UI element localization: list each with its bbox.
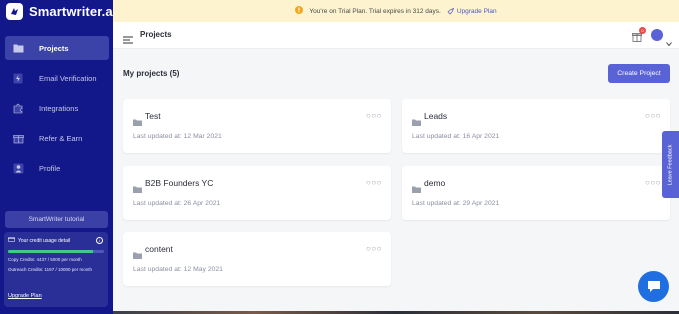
menu-icon[interactable] bbox=[123, 31, 133, 49]
upgrade-plan-link[interactable]: Upgrade Plan bbox=[8, 293, 42, 299]
credits-progress-bar bbox=[8, 250, 104, 253]
logo-icon bbox=[6, 3, 23, 20]
sidebar-item-projects[interactable]: Projects bbox=[5, 36, 109, 60]
create-project-button[interactable]: Create Project bbox=[608, 64, 670, 83]
more-options-icon[interactable]: ○○○ bbox=[645, 178, 661, 187]
project-updated: Last updated at: 26 Apr 2021 bbox=[133, 200, 221, 207]
more-options-icon[interactable]: ○○○ bbox=[366, 244, 382, 253]
chat-icon bbox=[647, 281, 660, 292]
page-title: Projects bbox=[140, 30, 172, 39]
sidebar-item-label: Projects bbox=[39, 43, 69, 53]
trial-text: You're on Trial Plan. Trial expires in 3… bbox=[309, 7, 441, 15]
sidebar-item-label: Email Verification bbox=[39, 73, 97, 83]
project-name: demo bbox=[424, 178, 446, 188]
user-icon bbox=[12, 162, 24, 174]
notification-badge: 0 bbox=[639, 27, 646, 34]
sidebar: Smartwriter.ai Projects Email Verificati… bbox=[0, 0, 116, 314]
project-updated: Last updated at: 29 Apr 2021 bbox=[412, 200, 500, 207]
folder-icon bbox=[412, 113, 421, 131]
avatar[interactable] bbox=[651, 29, 663, 41]
app-name: Smartwriter.ai bbox=[29, 4, 117, 19]
folder-icon bbox=[133, 113, 142, 131]
credits-progress-fill bbox=[8, 250, 94, 253]
chevron-down-icon[interactable] bbox=[666, 33, 672, 51]
trial-banner: You're on Trial Plan. Trial expires in 3… bbox=[113, 0, 679, 22]
credit-card-icon bbox=[8, 237, 15, 244]
project-updated: Last updated at: 16 Apr 2021 bbox=[412, 133, 500, 140]
chat-button[interactable] bbox=[638, 271, 669, 302]
project-name: content bbox=[145, 244, 173, 254]
copy-credits: Copy Credits: 4437 / 5000 per month bbox=[8, 257, 82, 262]
top-bar: Projects 0 bbox=[113, 22, 679, 49]
project-name: B2B Founders YC bbox=[145, 178, 214, 188]
project-card[interactable]: Leads ○○○ Last updated at: 16 Apr 2021 bbox=[402, 99, 670, 153]
info-icon[interactable]: i bbox=[96, 237, 103, 244]
project-updated: Last updated at: 12 Mar 2021 bbox=[133, 133, 222, 140]
project-card[interactable]: B2B Founders YC ○○○ Last updated at: 26 … bbox=[123, 166, 391, 220]
warning-icon bbox=[295, 6, 304, 16]
more-options-icon[interactable]: ○○○ bbox=[366, 178, 382, 187]
sidebar-item-label: Profile bbox=[39, 163, 61, 173]
gift-icon bbox=[12, 132, 24, 144]
folder-icon bbox=[412, 180, 421, 198]
rocket-icon bbox=[447, 7, 454, 14]
sidebar-item-profile[interactable]: Profile bbox=[5, 156, 109, 180]
leave-feedback-tab[interactable]: Leave Feedback bbox=[662, 131, 679, 198]
credits-title: Your credit usage detail bbox=[8, 237, 104, 244]
sidebar-item-label: Integrations bbox=[39, 103, 79, 113]
credits-card: Your credit usage detail i Copy Credits:… bbox=[4, 232, 108, 307]
outreach-credits: Outreach Credits: 1197 / 10000 per month bbox=[8, 266, 92, 272]
sidebar-item-email-verification[interactable]: Email Verification bbox=[5, 66, 109, 90]
project-card[interactable]: demo ○○○ Last updated at: 29 Apr 2021 bbox=[402, 166, 670, 220]
project-name: Leads bbox=[424, 111, 448, 121]
project-name: Test bbox=[145, 111, 161, 121]
puzzle-icon bbox=[12, 102, 24, 114]
logo[interactable]: Smartwriter.ai bbox=[6, 3, 116, 20]
folder-icon bbox=[133, 246, 142, 264]
sidebar-item-refer-earn[interactable]: Refer & Earn bbox=[5, 126, 109, 150]
folder-icon bbox=[12, 42, 24, 54]
tutorial-button[interactable]: SmartWriter tutorial bbox=[5, 211, 108, 228]
project-card[interactable]: content ○○○ Last updated at: 12 May 2021 bbox=[123, 232, 391, 286]
project-card[interactable]: Test ○○○ Last updated at: 12 Mar 2021 bbox=[123, 99, 391, 153]
more-options-icon[interactable]: ○○○ bbox=[366, 111, 382, 120]
project-updated: Last updated at: 12 May 2021 bbox=[133, 266, 223, 273]
sidebar-item-label: Refer & Earn bbox=[39, 133, 83, 143]
section-title: My projects (5) bbox=[123, 69, 180, 78]
banner-upgrade-link[interactable]: Upgrade Plan bbox=[447, 7, 497, 15]
lightning-icon bbox=[12, 72, 24, 84]
folder-icon bbox=[133, 180, 142, 198]
sidebar-item-integrations[interactable]: Integrations bbox=[5, 96, 109, 120]
more-options-icon[interactable]: ○○○ bbox=[645, 111, 661, 120]
